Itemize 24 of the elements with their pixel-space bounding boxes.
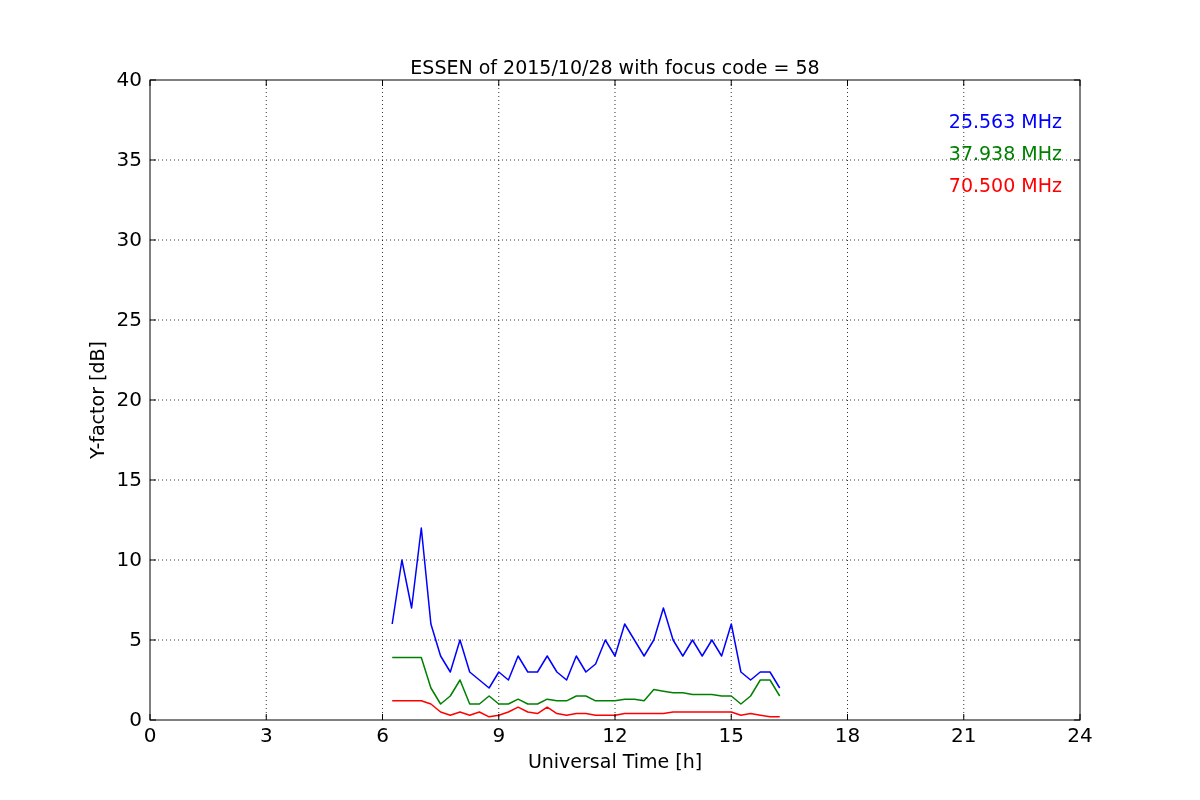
x-tick-label: 18 (834, 723, 861, 747)
chart-title: ESSEN of 2015/10/28 with focus code = 58 (410, 56, 820, 78)
y-tick-label: 25 (116, 307, 142, 331)
y-tick-label: 40 (116, 67, 142, 91)
y-axis-label: Y-factor [dB] (86, 341, 108, 459)
x-tick-label: 0 (143, 723, 157, 747)
legend-label: 70.500 MHz (948, 174, 1062, 196)
x-tick-label: 24 (1067, 723, 1093, 747)
x-tick-label: 15 (718, 723, 744, 747)
y-tick-label: 15 (116, 467, 142, 491)
y-tick-label: 30 (116, 227, 142, 251)
x-tick-label: 6 (376, 723, 389, 747)
x-axis-label: Universal Time [h] (527, 750, 703, 772)
x-tick-label: 3 (259, 723, 273, 747)
y-tick-label: 35 (116, 147, 142, 171)
legend-label: 25.563 MHz (948, 110, 1062, 132)
y-tick-label: 5 (129, 627, 142, 651)
y-tick-label: 0 (129, 707, 142, 731)
y-tick-label: 20 (116, 387, 142, 411)
y-tick-label: 10 (116, 547, 142, 571)
x-tick-label: 21 (951, 723, 977, 747)
x-tick-label: 9 (492, 723, 506, 747)
legend-label: 37.938 MHz (948, 142, 1062, 164)
x-tick-label: 12 (602, 723, 628, 747)
